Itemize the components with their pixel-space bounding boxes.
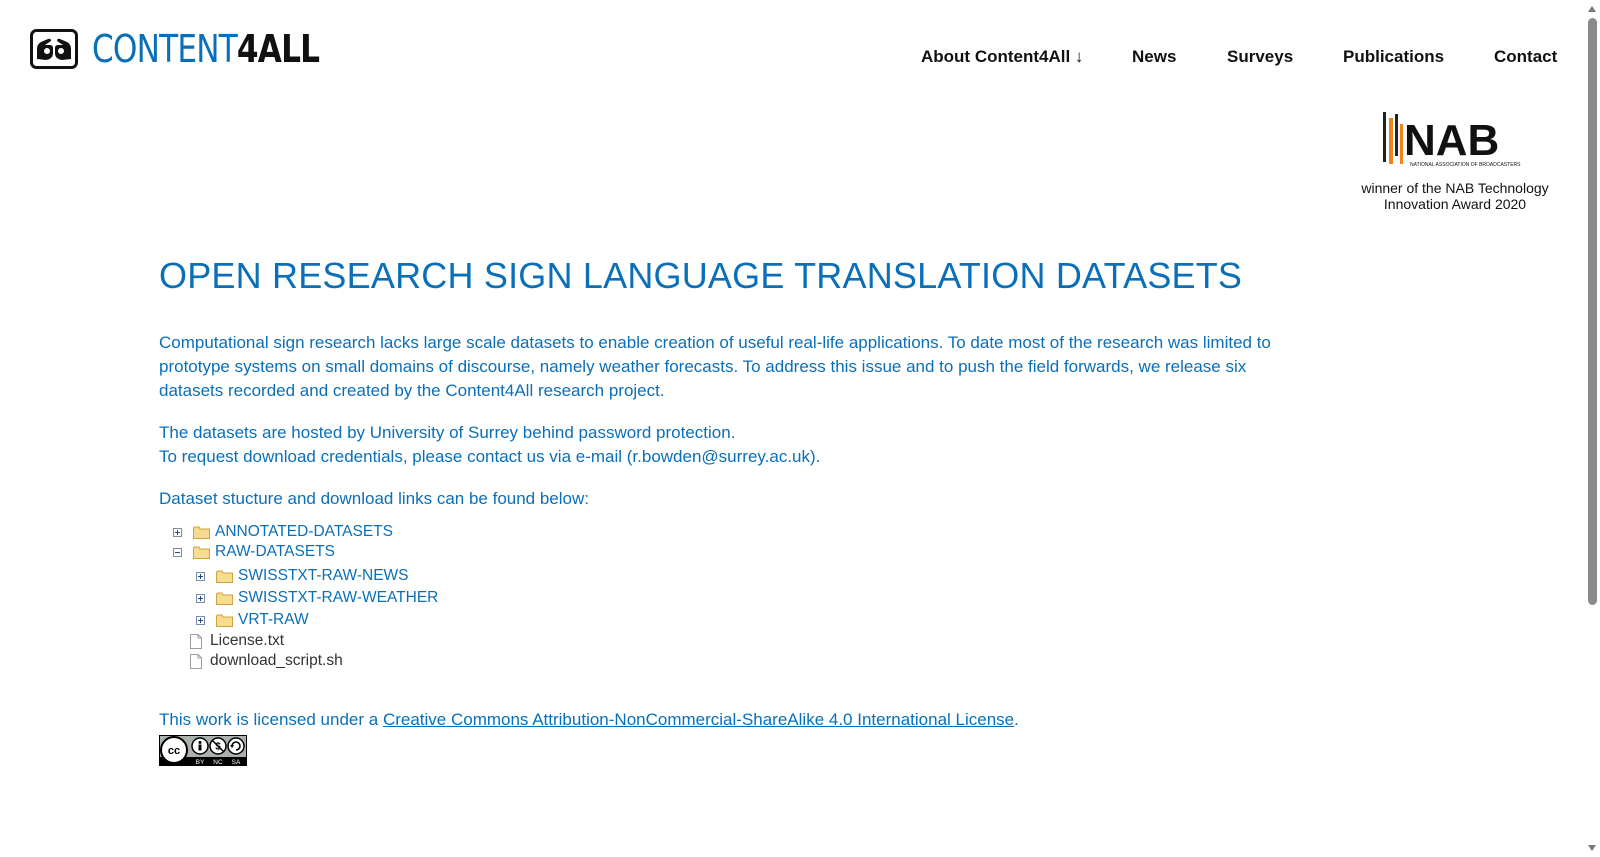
- collapse-toggle-icon[interactable]: [173, 547, 182, 557]
- tree-item-label[interactable]: RAW-DATASETS: [215, 543, 335, 561]
- folder-icon: [193, 546, 210, 559]
- nab-logo-subtext: NATIONAL ASSOCIATION OF BROADCASTERS: [1410, 162, 1521, 168]
- sa-icon: [227, 737, 245, 755]
- nav-about[interactable]: About Content4All ↓: [921, 47, 1083, 67]
- license-prefix: This work is licensed under a: [159, 710, 383, 729]
- tree-item-annotated-datasets[interactable]: ANNOTATED-DATASETS: [173, 522, 393, 542]
- nab-logo-text: NAB: [1404, 116, 1499, 165]
- nab-logo: NAB NATIONAL ASSOCIATION OF BROADCASTERS: [1383, 112, 1521, 168]
- folder-icon: [193, 526, 210, 539]
- nav-surveys[interactable]: Surveys: [1227, 47, 1293, 67]
- nav-publications[interactable]: Publications: [1343, 47, 1444, 67]
- scroll-up-arrow-icon[interactable]: [1588, 6, 1596, 12]
- badge-label-nc: NC: [213, 759, 223, 766]
- hosting-line-1: The datasets are hosted by University of…: [159, 423, 736, 442]
- nav-news[interactable]: News: [1132, 47, 1176, 67]
- folder-icon: [216, 614, 233, 627]
- tree-item-raw-datasets[interactable]: RAW-DATASETS: [173, 542, 335, 562]
- tree-item-label[interactable]: License.txt: [210, 632, 284, 650]
- license-statement: This work is licensed under a Creative C…: [159, 710, 1019, 730]
- folder-icon: [216, 570, 233, 583]
- file-icon: [190, 633, 202, 649]
- page-title: OPEN RESEARCH SIGN LANGUAGE TRANSLATION …: [159, 255, 1243, 296]
- cc-by-nc-sa-badge[interactable]: cc $ BY NC SA: [159, 735, 247, 766]
- main-nav: About Content4All ↓ News Surveys Publica…: [0, 47, 1557, 71]
- svg-text:cc: cc: [168, 745, 180, 757]
- award-caption-line1: winner of the NAB Technology: [1361, 180, 1549, 196]
- expand-toggle-icon[interactable]: [196, 593, 205, 603]
- license-link[interactable]: Creative Commons Attribution-NonCommerci…: [383, 710, 1014, 729]
- license-suffix: .: [1014, 710, 1019, 729]
- badge-label-sa: SA: [232, 759, 241, 766]
- tree-item-label[interactable]: SWISSTXT-RAW-NEWS: [238, 567, 409, 585]
- expand-toggle-icon[interactable]: [196, 615, 205, 625]
- tree-item-license-file[interactable]: License.txt: [190, 631, 284, 651]
- tree-item-swisstxt-raw-news[interactable]: SWISSTXT-RAW-NEWS: [196, 566, 409, 586]
- badge-label-by: BY: [196, 759, 205, 766]
- award-caption: winner of the NAB Technology Innovation …: [1360, 180, 1550, 212]
- expand-toggle-icon[interactable]: [196, 571, 205, 581]
- intro-paragraph: Computational sign research lacks large …: [159, 333, 1271, 400]
- nav-contact[interactable]: Contact: [1494, 47, 1557, 67]
- scroll-down-arrow-icon[interactable]: [1588, 845, 1596, 851]
- tree-item-label[interactable]: VRT-RAW: [238, 611, 309, 629]
- tree-item-download-script[interactable]: download_script.sh: [190, 651, 343, 671]
- tree-item-label[interactable]: ANNOTATED-DATASETS: [215, 523, 393, 541]
- tree-item-swisstxt-raw-weather[interactable]: SWISSTXT-RAW-WEATHER: [196, 588, 438, 608]
- scroll-thumb[interactable]: [1588, 18, 1597, 605]
- vertical-scrollbar[interactable]: [1585, 0, 1600, 857]
- hosting-paragraph: The datasets are hosted by University of…: [159, 421, 1279, 469]
- award-caption-line2: Innovation Award 2020: [1383, 196, 1527, 212]
- tree-item-label[interactable]: download_script.sh: [210, 652, 343, 670]
- folder-icon: [216, 592, 233, 605]
- tree-item-label[interactable]: SWISSTXT-RAW-WEATHER: [238, 589, 438, 607]
- hosting-line-2: To request download credentials, please …: [159, 447, 821, 466]
- award-block: NAB NATIONAL ASSOCIATION OF BROADCASTERS…: [1360, 110, 1550, 212]
- file-icon: [190, 653, 202, 669]
- structure-intro: Dataset stucture and download links can …: [159, 489, 589, 508]
- expand-toggle-icon[interactable]: [173, 527, 182, 537]
- tree-item-vrt-raw[interactable]: VRT-RAW: [196, 610, 309, 630]
